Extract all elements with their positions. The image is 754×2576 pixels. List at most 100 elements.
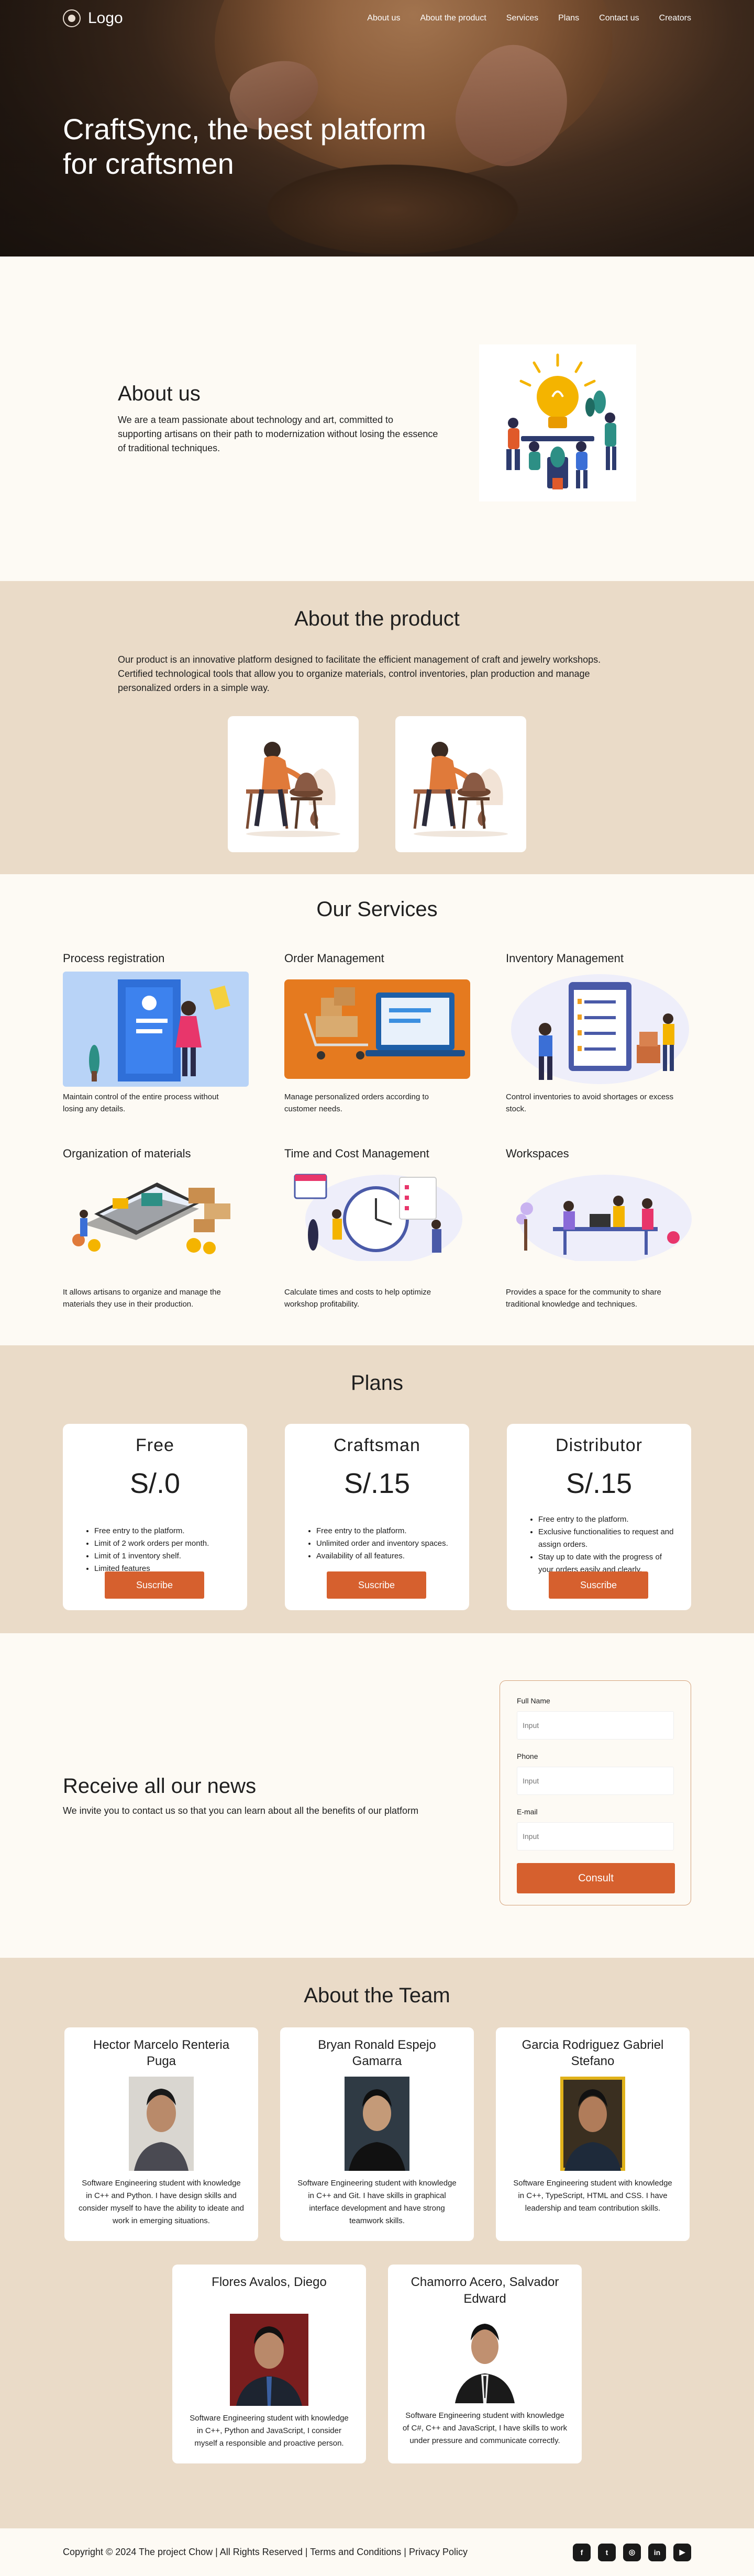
potter-illustration	[413, 742, 508, 837]
service-title: Time and Cost Management	[284, 1146, 429, 1160]
service-title: Inventory Management	[506, 952, 624, 965]
plan-card-free: Free S/.0 Free entry to the platform. Li…	[63, 1424, 247, 1610]
plan-feature: Free entry to the platform.	[94, 1525, 230, 1537]
team-member-card: Hector Marcelo Renteria Puga Software En…	[64, 2027, 258, 2242]
services-grid: Process registration Maintain control of…	[63, 952, 754, 1310]
plan-features: Free entry to the platform. Exclusive fu…	[538, 1513, 674, 1576]
instagram-icon[interactable]: ◎	[623, 2543, 641, 2561]
about-description: We are a team passionate about technolog…	[118, 415, 438, 453]
about-text-block: About us We are a team passionate about …	[118, 382, 440, 455]
service-title: Process registration	[63, 952, 165, 965]
services-section: Our Services Process registration Mainta…	[0, 874, 754, 1345]
member-bio: Software Engineering student with knowle…	[190, 2414, 349, 2448]
plan-card-distributor: Distributor S/.15 Free entry to the plat…	[507, 1424, 691, 1610]
member-photo	[345, 2077, 409, 2171]
service-description: Manage personalized orders according to …	[284, 1092, 429, 1114]
linkedin-icon[interactable]: in	[648, 2543, 666, 2561]
full-name-input[interactable]	[517, 1711, 674, 1739]
plan-features: Free entry to the platform. Limit of 2 w…	[94, 1525, 230, 1575]
potter-illustration	[246, 742, 340, 837]
top-nav: Logo About us About the product Services…	[0, 0, 754, 37]
plan-feature: Free entry to the platform.	[538, 1513, 674, 1526]
nav-link-creators[interactable]: Creators	[659, 14, 691, 23]
workspaces-illustration	[506, 1166, 692, 1282]
nav-link-contact[interactable]: Contact us	[599, 14, 639, 23]
plan-name: Craftsman	[334, 1435, 420, 1455]
materials-organization-illustration	[63, 1166, 249, 1282]
email-label: E-mail	[517, 1808, 538, 1816]
subscribe-button-distributor[interactable]: Suscribe	[549, 1571, 648, 1599]
team-row: Hector Marcelo Renteria Puga Software En…	[0, 2027, 754, 2242]
footer: Copyright © 2024 The project Chow | All …	[0, 2528, 754, 2576]
service-description: Calculate times and costs to help optimi…	[284, 1287, 431, 1309]
nav-link-about-product[interactable]: About the product	[420, 14, 486, 23]
inventory-management-illustration	[506, 972, 692, 1087]
subscribe-button-free[interactable]: Suscribe	[105, 1571, 204, 1599]
about-title: About us	[118, 382, 201, 405]
service-card: Process registration Maintain control of…	[63, 952, 249, 1116]
member-name: Chamorro Acero, Salvador Edward	[411, 2275, 559, 2306]
plan-feature: Availability of all features.	[316, 1550, 452, 1563]
team-section: About the Team Hector Marcelo Renteria P…	[0, 1958, 754, 2528]
services-title: Our Services	[316, 898, 438, 921]
plan-feature: Free entry to the platform.	[316, 1525, 452, 1537]
product-card	[228, 716, 359, 852]
member-bio: Software Engineering student with knowle…	[78, 2179, 245, 2226]
news-section: Receive all our news We invite you to co…	[0, 1633, 754, 1958]
process-registration-illustration	[63, 972, 249, 1087]
service-card: Workspaces Provides a space for the comm…	[506, 1147, 692, 1311]
hero-title-line1: CraftSync, the best platform	[63, 113, 427, 146]
member-bio: Software Engineering student with knowle…	[402, 2411, 568, 2445]
product-card	[395, 716, 526, 852]
contact-form: Full Name Phone E-mail Consult	[500, 1680, 691, 1905]
product-cards	[0, 716, 754, 852]
member-name: Flores Avalos, Diego	[212, 2275, 327, 2290]
member-bio: Software Engineering student with knowle…	[297, 2179, 457, 2226]
youtube-icon[interactable]: ▶	[673, 2543, 691, 2561]
consult-button[interactable]: Consult	[517, 1863, 675, 1893]
product-description: Our product is an innovative platform de…	[118, 654, 601, 693]
service-description: Control inventories to avoid shortages o…	[506, 1092, 674, 1114]
member-photo	[129, 2077, 194, 2171]
team-member-card: Chamorro Acero, Salvador Edward Software…	[388, 2265, 582, 2464]
logo-icon[interactable]	[63, 9, 81, 27]
nav-link-services[interactable]: Services	[506, 14, 538, 23]
service-card: Time and Cost Management Calculate times…	[284, 1147, 470, 1311]
member-photo	[230, 2314, 308, 2406]
plan-name: Free	[136, 1435, 174, 1455]
phone-input[interactable]	[517, 1767, 674, 1795]
member-bio: Software Engineering student with knowle…	[513, 2179, 672, 2213]
product-title: About the product	[294, 607, 460, 630]
twitter-icon[interactable]: t	[598, 2543, 616, 2561]
plan-feature: Limit of 2 work orders per month.	[94, 1537, 230, 1550]
about-section: About us We are a team passionate about …	[0, 257, 754, 581]
email-input[interactable]	[517, 1822, 674, 1850]
product-section: About the product Our product is an inno…	[0, 581, 754, 874]
member-name: Hector Marcelo Renteria Puga	[93, 2038, 230, 2069]
nav-links: About us About the product Services Plan…	[367, 14, 691, 23]
plan-price: S/.0	[129, 1468, 181, 1499]
service-title: Order Management	[284, 952, 384, 965]
plans-title: Plans	[350, 1371, 404, 1395]
hero-section: Logo About us About the product Services…	[0, 0, 754, 257]
footer-copyright[interactable]: Copyright © 2024 The project Chow | All …	[63, 2547, 468, 2558]
plans-section: Plans Free S/.0 Free entry to the platfo…	[0, 1345, 754, 1633]
logo-text[interactable]: Logo	[88, 9, 123, 27]
service-card: Organization of materials It allows arti…	[63, 1147, 249, 1311]
plan-features: Free entry to the platform. Unlimited or…	[316, 1525, 452, 1563]
member-photo	[452, 2314, 518, 2403]
plan-price: S/.15	[343, 1468, 411, 1499]
plan-name: Distributor	[556, 1435, 642, 1455]
nav-link-plans[interactable]: Plans	[558, 14, 579, 23]
nav-link-about-us[interactable]: About us	[367, 14, 400, 23]
news-text-block: Receive all our news We invite you to co…	[63, 1775, 418, 1816]
subscribe-button-craftsman[interactable]: Suscribe	[327, 1571, 426, 1599]
service-description: Maintain control of the entire process w…	[63, 1092, 219, 1114]
facebook-icon[interactable]: f	[573, 2543, 591, 2561]
service-title: Organization of materials	[63, 1146, 191, 1160]
plan-feature: Unlimited order and inventory spaces.	[316, 1537, 452, 1550]
phone-label: Phone	[517, 1752, 538, 1760]
service-description: Provides a space for the community to sh…	[506, 1287, 661, 1309]
team-lightbulb-illustration	[479, 344, 636, 501]
member-name: Bryan Ronald Espejo Gamarra	[318, 2038, 436, 2069]
